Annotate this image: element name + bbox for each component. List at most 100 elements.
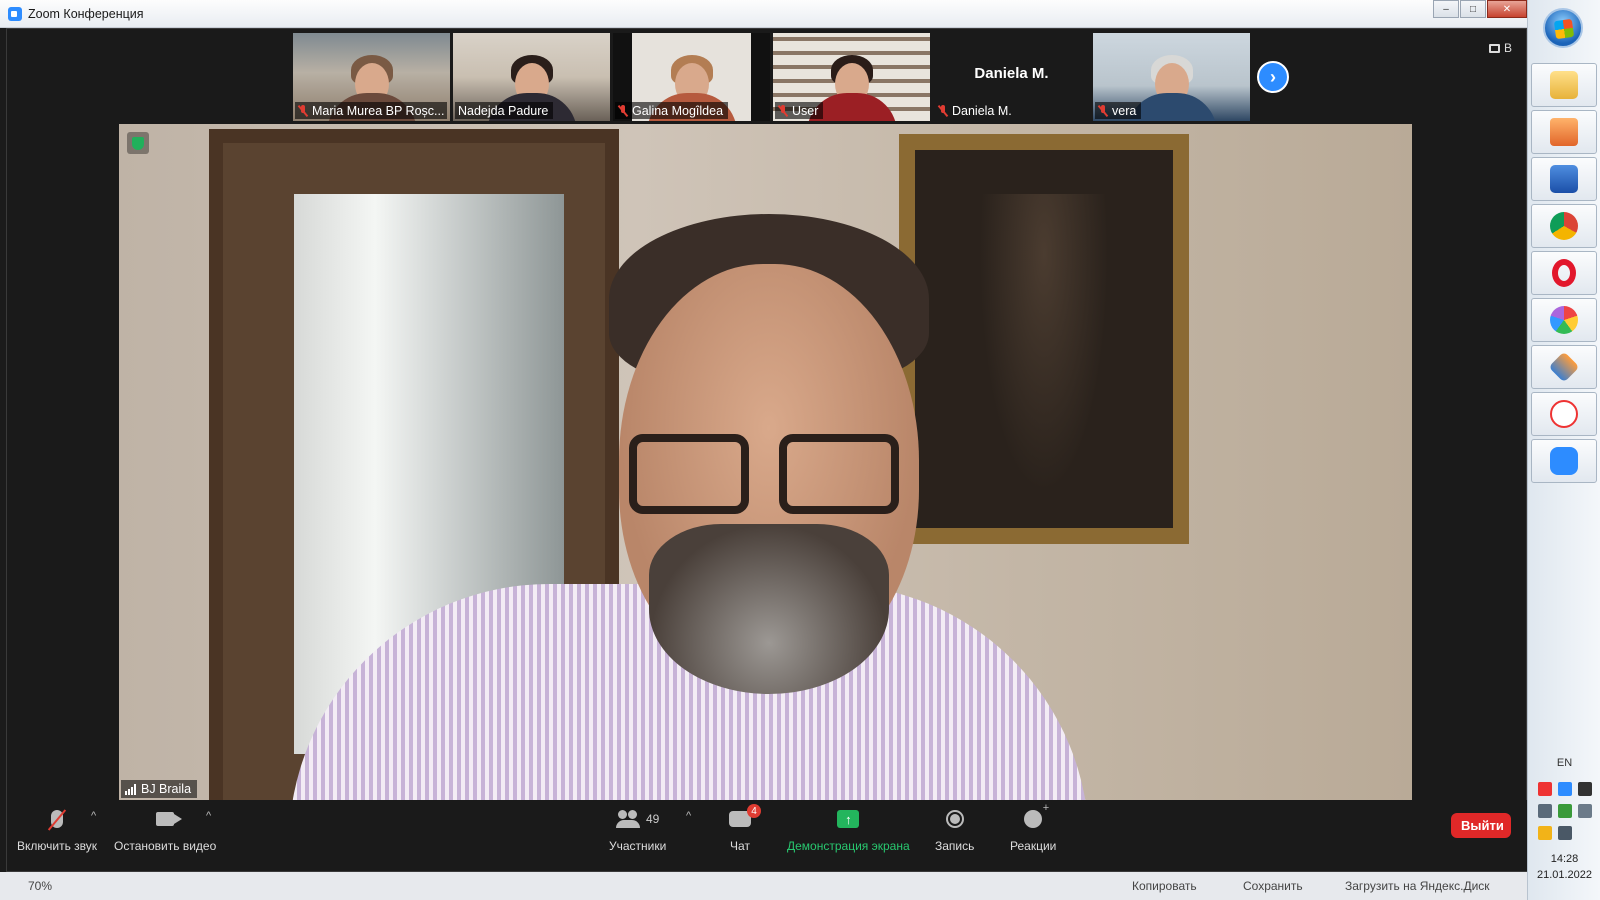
taskbar-app-viewer[interactable] xyxy=(1531,345,1597,389)
clock-time[interactable]: 14:28 xyxy=(1528,853,1600,865)
participant-name: Maria Murea BP Roșc... xyxy=(312,103,445,118)
taskbar-app-chrome[interactable] xyxy=(1531,204,1597,248)
muted-mic-icon xyxy=(1098,104,1108,117)
viewer-icon xyxy=(1548,351,1580,383)
record-icon xyxy=(945,810,964,828)
signal-bars-icon xyxy=(125,783,136,795)
media-player-icon xyxy=(1550,118,1578,146)
participant-tile[interactable]: Nadejda Padure xyxy=(453,33,610,121)
muted-mic-icon xyxy=(938,104,948,117)
participants-label: Участники xyxy=(609,839,667,853)
file-explorer-icon xyxy=(1550,71,1578,99)
leave-meeting-button[interactable]: Выйти xyxy=(1451,813,1511,838)
taskbar-app-word[interactable] xyxy=(1531,157,1597,201)
paint-icon xyxy=(1550,306,1578,334)
window-titlebar: Zoom Конференция – □ ✕ xyxy=(0,0,1527,28)
share-screen-label: Демонстрация экрана xyxy=(787,839,910,853)
yandex-tray-icon[interactable] xyxy=(1538,782,1552,796)
minimize-button[interactable]: – xyxy=(1433,0,1459,18)
zoom-tray-icon[interactable] xyxy=(1558,782,1572,796)
participant-tile[interactable]: User xyxy=(773,33,930,121)
copy-button[interactable]: Копировать xyxy=(1132,879,1197,893)
muted-mic-icon xyxy=(778,104,788,117)
participant-name: Nadejda Padure xyxy=(458,103,549,118)
close-button[interactable]: ✕ xyxy=(1487,0,1527,18)
opera-icon xyxy=(1552,259,1576,287)
participant-name: vera xyxy=(1112,103,1137,118)
word-icon xyxy=(1550,165,1578,193)
stop-video-button[interactable]: Остановить видео xyxy=(114,806,216,853)
muted-mic-icon xyxy=(618,104,628,117)
system-tray xyxy=(1538,782,1594,840)
language-indicator[interactable]: EN xyxy=(1528,757,1600,769)
meeting-window: В Maria Murea BP Roșc... Nadejda Padure xyxy=(6,28,1528,872)
active-speaker-label: BJ Braila xyxy=(121,780,198,798)
zoom-icon xyxy=(1550,447,1578,475)
audio-options-caret[interactable]: ^ xyxy=(91,810,96,822)
muted-mic-icon xyxy=(51,810,64,828)
keyboard-tray-icon[interactable] xyxy=(1578,782,1592,796)
participants-strip: Maria Murea BP Roșc... Nadejda Padure Ga… xyxy=(293,33,1250,121)
participants-button[interactable]: 49 Участники xyxy=(609,806,666,853)
reactions-button[interactable]: Реакции xyxy=(1010,802,1057,853)
chrome-icon xyxy=(1550,212,1578,240)
display-tray-icon[interactable] xyxy=(1558,826,1572,840)
chevron-right-icon: › xyxy=(1270,66,1276,87)
participant-name: User xyxy=(792,103,819,118)
view-button[interactable]: В xyxy=(1488,41,1512,55)
taskbar-app-media-player[interactable] xyxy=(1531,110,1597,154)
maximize-button[interactable]: □ xyxy=(1460,0,1486,18)
participants-options-caret[interactable]: ^ xyxy=(686,810,691,822)
chat-unread-badge: 4 xyxy=(747,804,761,818)
save-button[interactable]: Сохранить xyxy=(1243,879,1303,893)
reactions-label: Реакции xyxy=(1010,839,1057,853)
warning-tray-icon[interactable] xyxy=(1538,826,1552,840)
participants-icon xyxy=(615,810,640,828)
zoom-app-icon xyxy=(8,6,22,21)
active-speaker-name: BJ Braila xyxy=(141,782,192,796)
stop-video-label: Остановить видео xyxy=(114,839,217,853)
start-button[interactable] xyxy=(1543,8,1583,48)
encryption-shield-icon[interactable] xyxy=(127,132,149,154)
video-options-caret[interactable]: ^ xyxy=(206,810,211,822)
next-page-button[interactable]: › xyxy=(1257,61,1289,93)
background-window-strip: 70% Копировать Сохранить Загрузить на Ян… xyxy=(0,872,1527,900)
unmute-label: Включить звук xyxy=(17,839,98,853)
yandex-icon xyxy=(1550,400,1578,428)
share-screen-icon: ↑ xyxy=(837,810,860,828)
upload-yandex-disk-button[interactable]: Загрузить на Яндекс.Диск xyxy=(1345,879,1490,893)
taskbar-app-zoom[interactable] xyxy=(1531,439,1597,483)
security-tray-icon[interactable] xyxy=(1558,804,1572,818)
participant-tile[interactable]: Maria Murea BP Roșc... xyxy=(293,33,450,121)
record-button[interactable]: Запись xyxy=(935,806,974,853)
windows-taskbar: EN 14:28 21.01.2022 xyxy=(1527,0,1600,900)
participant-name: Daniela M. xyxy=(952,103,1012,118)
participant-tile[interactable]: Galina Mogîldea xyxy=(613,33,770,121)
participant-tile[interactable]: Daniela M. Daniela M. xyxy=(933,33,1090,121)
share-screen-button[interactable]: ↑ Демонстрация экрана xyxy=(787,806,910,853)
taskbar-app-opera[interactable] xyxy=(1531,251,1597,295)
view-button-label: В xyxy=(1503,41,1512,55)
window-title: Zoom Конференция xyxy=(28,6,144,21)
record-label: Запись xyxy=(935,839,975,853)
unmute-button[interactable]: Включить звук xyxy=(17,806,97,853)
muted-mic-icon xyxy=(298,104,308,117)
window-controls: – □ ✕ xyxy=(1432,0,1527,20)
chat-button[interactable]: 4 Чат xyxy=(729,804,761,853)
clock-date[interactable]: 21.01.2022 xyxy=(1528,869,1600,881)
network-tray-icon[interactable] xyxy=(1538,804,1552,818)
active-speaker-video: BJ Braila xyxy=(119,124,1412,800)
taskbar-app-paint[interactable] xyxy=(1531,298,1597,342)
meeting-toolbar: Включить звук ^ Остановить видео ^ 49 Уч… xyxy=(7,800,1528,871)
chat-icon: 4 xyxy=(729,804,761,827)
gallery-view-icon xyxy=(1488,43,1500,53)
participants-count: 49 xyxy=(645,812,660,826)
participant-name: Galina Mogîldea xyxy=(632,103,724,118)
chat-label: Чат xyxy=(730,839,750,853)
zoom-percent: 70% xyxy=(28,879,53,893)
participant-tile[interactable]: vera xyxy=(1093,33,1250,121)
volume-icon[interactable] xyxy=(1578,804,1592,818)
video-camera-icon xyxy=(156,812,183,826)
taskbar-app-yandex[interactable] xyxy=(1531,392,1597,436)
taskbar-app-file-explorer[interactable] xyxy=(1531,63,1597,107)
